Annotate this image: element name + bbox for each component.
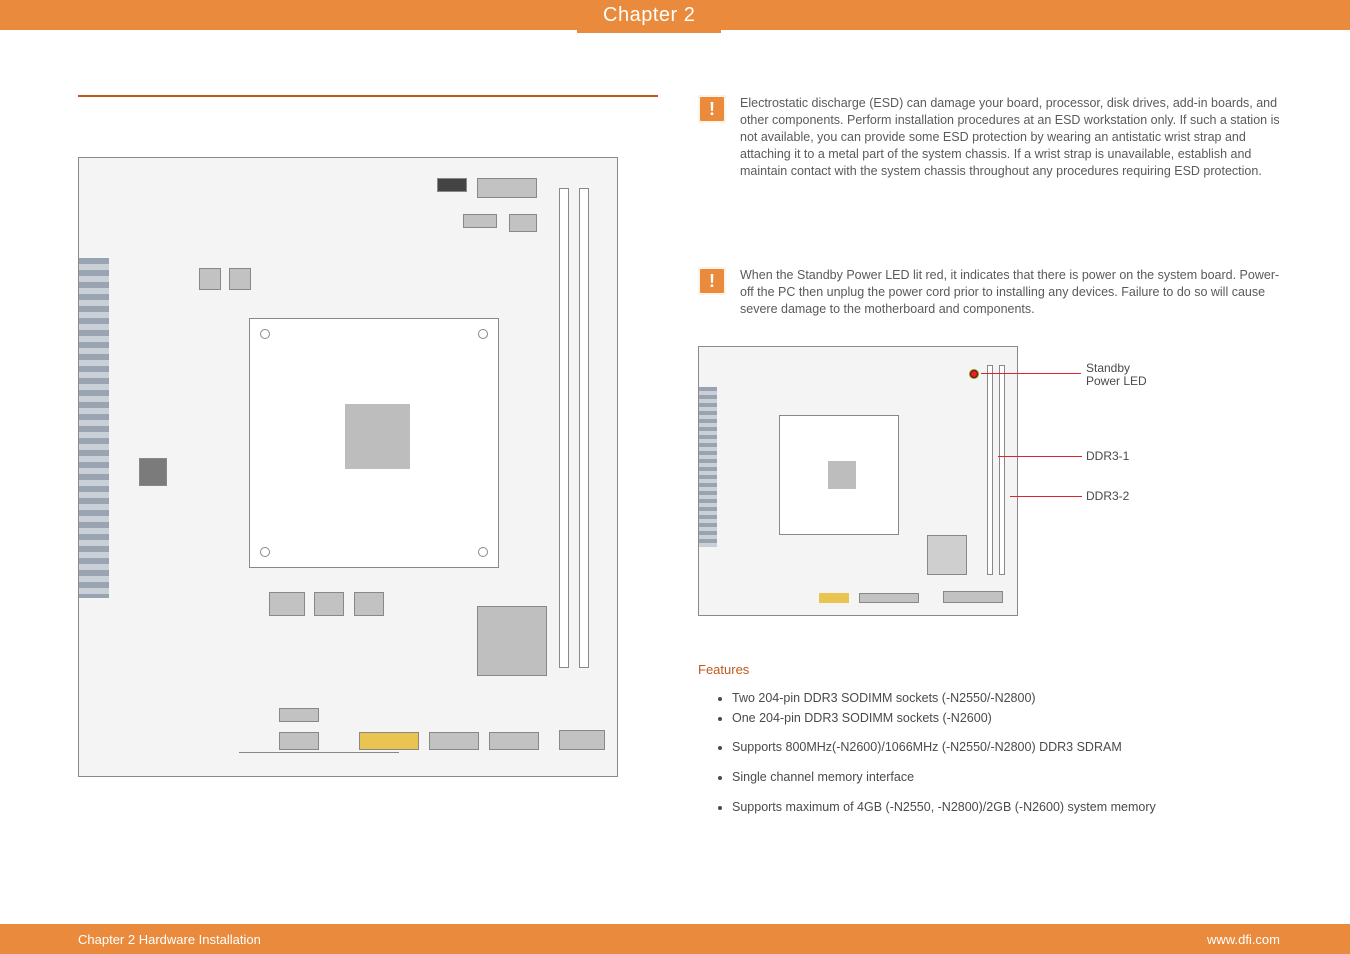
chip [269, 592, 305, 616]
motherboard-diagram-large [78, 157, 618, 777]
features-title: Features [698, 662, 1290, 677]
list-item: Single channel memory interface [732, 770, 1290, 786]
header [279, 732, 319, 750]
header-small [943, 591, 1003, 603]
page-footer: Chapter 2 Hardware Installation www.dfi.… [0, 924, 1350, 954]
important-standby-text: When the Standby Power LED lit red, it i… [740, 267, 1290, 318]
footer-right: www.dfi.com [1207, 932, 1280, 947]
mount-hole [260, 547, 270, 557]
footer-left: Chapter 2 Hardware Installation [78, 932, 261, 947]
list-item: One 204-pin DDR3 SODIMM sockets (-N2600) [732, 711, 1290, 727]
label-ddr3-2: DDR3-2 [1086, 489, 1129, 503]
header-small [819, 593, 849, 603]
io-edge [79, 258, 109, 598]
ddr3-slot-1 [987, 365, 993, 575]
cpu-die-small [828, 461, 856, 489]
header [359, 732, 419, 750]
io-edge-small [699, 387, 717, 547]
mount-hole [478, 329, 488, 339]
standby-power-led [969, 369, 979, 379]
mount-hole [478, 547, 488, 557]
chip [229, 268, 251, 290]
header [279, 708, 319, 722]
motherboard-diagram-small [698, 346, 1018, 616]
label-standby-led: Standby Power LED [1086, 362, 1147, 387]
right-column: Electrostatic discharge (ESD) can damage… [698, 95, 1290, 819]
chip [354, 592, 384, 616]
connector [463, 214, 497, 228]
content-area: Electrostatic discharge (ESD) can damage… [78, 95, 1290, 894]
chipset-small [927, 535, 967, 575]
cpu-socket [249, 318, 499, 568]
leader-line [981, 373, 1081, 374]
chipset [477, 606, 547, 676]
list-item: Two 204-pin DDR3 SODIMM sockets (-N2550/… [732, 691, 1290, 707]
mount-hole [260, 329, 270, 339]
memory-slot [559, 188, 569, 668]
cpu-socket-small [779, 415, 899, 535]
header [489, 732, 539, 750]
chip [314, 592, 344, 616]
important-icon [698, 95, 726, 123]
edge-connector [239, 752, 399, 776]
connector [437, 178, 467, 192]
ddr3-slot-2 [999, 365, 1005, 575]
important-icon [698, 267, 726, 295]
leader-line [1010, 496, 1082, 497]
leader-line [998, 456, 1082, 457]
important-box-esd: Electrostatic discharge (ESD) can damage… [698, 95, 1290, 179]
important-box-standby: When the Standby Power LED lit red, it i… [698, 267, 1290, 318]
header [559, 730, 605, 750]
connector [509, 214, 537, 232]
header-small [859, 593, 919, 603]
chip [199, 268, 221, 290]
header [429, 732, 479, 750]
section-rule [78, 95, 658, 97]
list-item: Supports maximum of 4GB (-N2550, -N2800)… [732, 800, 1290, 816]
left-column [78, 95, 658, 819]
memory-slot [579, 188, 589, 668]
list-item: Supports 800MHz(-N2600)/1066MHz (-N2550/… [732, 740, 1290, 756]
cpu-die [345, 404, 410, 469]
connector [477, 178, 537, 198]
chapter-tab: Chapter 2 [577, 0, 721, 33]
label-text: Power LED [1086, 374, 1147, 388]
chip [139, 458, 167, 486]
label-ddr3-1: DDR3-1 [1086, 449, 1129, 463]
features-list: Two 204-pin DDR3 SODIMM sockets (-N2550/… [698, 691, 1290, 815]
important-esd-text: Electrostatic discharge (ESD) can damage… [740, 95, 1290, 179]
motherboard-diagram-small-wrap: Standby Power LED DDR3-1 DDR3-2 [698, 346, 1178, 636]
